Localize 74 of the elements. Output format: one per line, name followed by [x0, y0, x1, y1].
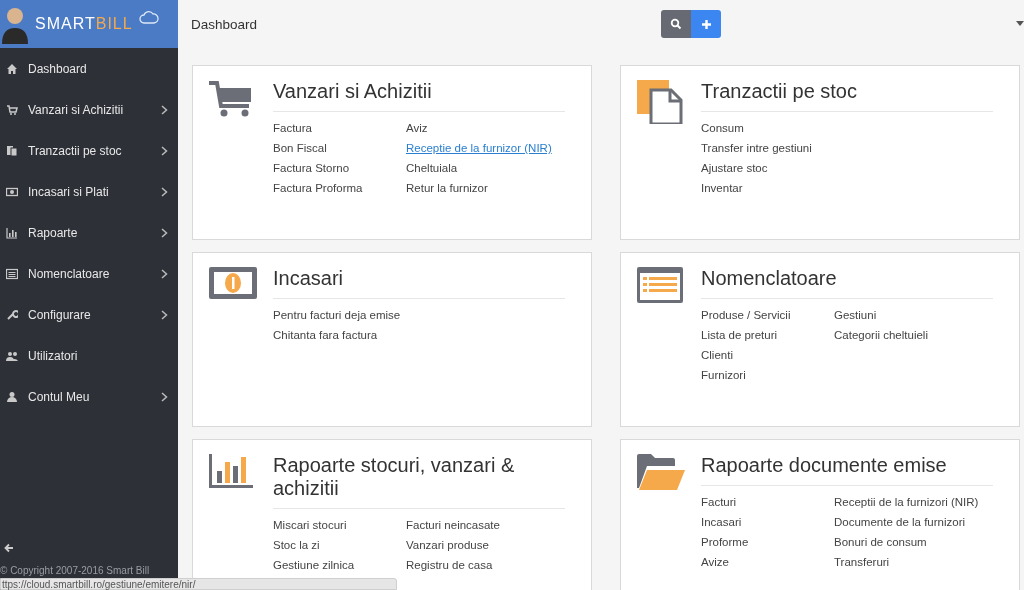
menu-link[interactable]: Lista de preturi	[701, 325, 778, 345]
sidebar-item[interactable]: Vanzari si Achizitii	[0, 89, 178, 130]
card-title: Nomenclatoare	[701, 265, 993, 299]
home-icon	[6, 62, 18, 75]
banknote-icon	[6, 185, 18, 198]
sidebar-item[interactable]: Dashboard	[0, 48, 178, 89]
menu-link[interactable]: Cheltuiala	[406, 158, 458, 178]
menu-link[interactable]: Factura Storno	[273, 158, 350, 178]
menu-link[interactable]: Avize	[701, 552, 729, 572]
menu-link[interactable]: Produse / Servicii	[701, 305, 791, 325]
page-title: Dashboard	[191, 16, 259, 32]
menu-link[interactable]: Chitanta fara factura	[273, 325, 378, 345]
menu-link[interactable]: Transfer intre gestiuni	[701, 138, 812, 158]
bar-chart-icon	[209, 454, 253, 488]
menu-link[interactable]: Receptii de la furnizori (NIR)	[834, 492, 979, 512]
wrench-icon	[6, 308, 18, 321]
menu-link[interactable]: Stoc la zi	[273, 535, 320, 555]
folder-icon	[637, 454, 685, 490]
menu-link[interactable]: Gestiuni	[834, 305, 877, 325]
logo-text: SMARTBILL	[35, 15, 133, 33]
menu-link[interactable]: Vanzari produse	[406, 535, 489, 555]
menu-link[interactable]: Pentru facturi deja emise	[273, 305, 401, 325]
arrow-left-icon[interactable]	[4, 543, 14, 553]
list-icon	[6, 267, 18, 280]
menu-link[interactable]: Incasari	[701, 512, 742, 532]
bar-chart-icon	[6, 226, 18, 239]
status-bar-url: ttps://cloud.smartbill.ro/gestiune/emitere/nir/	[0, 578, 397, 590]
copyright-text: © Copyright 2007-2016 Smart Bill	[0, 565, 151, 576]
menu-link[interactable]: Transferuri	[834, 552, 890, 572]
search-button[interactable]	[661, 10, 691, 38]
menu-link[interactable]: Factura Proforma	[273, 178, 363, 198]
card-title: Rapoarte documente emise	[701, 452, 993, 486]
banknote-icon	[209, 267, 257, 299]
menu-link[interactable]: Ajustare stoc	[701, 158, 768, 178]
caret-icon[interactable]	[1016, 21, 1024, 27]
documents-icon	[6, 144, 18, 157]
menu-link[interactable]: Bon Fiscal	[273, 138, 327, 158]
menu-link[interactable]: Gestiune zilnica	[273, 555, 355, 575]
plus-icon	[700, 18, 712, 30]
menu-link[interactable]: Aviz	[406, 118, 428, 138]
sidebar-item[interactable]: Rapoarte	[0, 212, 178, 253]
sidebar-item[interactable]: Incasari si Plati	[0, 171, 178, 212]
menu-link[interactable]: Registru de casa	[406, 555, 493, 575]
document-icon	[637, 80, 683, 124]
card-title: Incasari	[273, 265, 565, 299]
add-button[interactable]	[691, 10, 721, 38]
search-icon	[670, 18, 682, 30]
card-title: Tranzactii pe stoc	[701, 78, 993, 112]
menu-link[interactable]: Receptie de la furnizor (NIR)	[406, 138, 552, 158]
users-icon	[6, 349, 18, 362]
menu-link[interactable]: Factura	[273, 118, 312, 138]
user-icon	[6, 390, 18, 403]
menu-link[interactable]: Categorii cheltuieli	[834, 325, 928, 345]
menu-link[interactable]: Proforme	[701, 532, 749, 552]
sidebar-item[interactable]: Tranzactii pe stoc	[0, 130, 178, 171]
menu-link[interactable]: Furnizori	[701, 365, 746, 385]
menu-link[interactable]: Consum	[701, 118, 744, 138]
sidebar-item[interactable]: Configurare	[0, 294, 178, 335]
sidebar-item[interactable]: Utilizatori	[0, 335, 178, 376]
menu-link[interactable]: Documente de la furnizori	[834, 512, 966, 532]
cloud-icon	[138, 10, 159, 24]
cart-icon	[6, 103, 18, 116]
menu-link[interactable]: Clienti	[701, 345, 733, 365]
menu-link[interactable]: Inventar	[701, 178, 743, 198]
card-title: Rapoarte stocuri, vanzari & achizitii	[273, 452, 565, 509]
window-list-icon	[637, 267, 683, 303]
menu-link[interactable]: Facturi	[701, 492, 737, 512]
menu-link[interactable]: Retur la furnizor	[406, 178, 488, 198]
sidebar-item[interactable]: Contul Meu	[0, 376, 178, 417]
menu-link[interactable]: Facturi neincasate	[406, 515, 500, 535]
menu-link[interactable]: Miscari stocuri	[273, 515, 347, 535]
sidebar-item[interactable]: Nomenclatoare	[0, 253, 178, 294]
menu-link[interactable]: Bonuri de consum	[834, 532, 927, 552]
card-title: Vanzari si Achizitii	[273, 78, 565, 112]
